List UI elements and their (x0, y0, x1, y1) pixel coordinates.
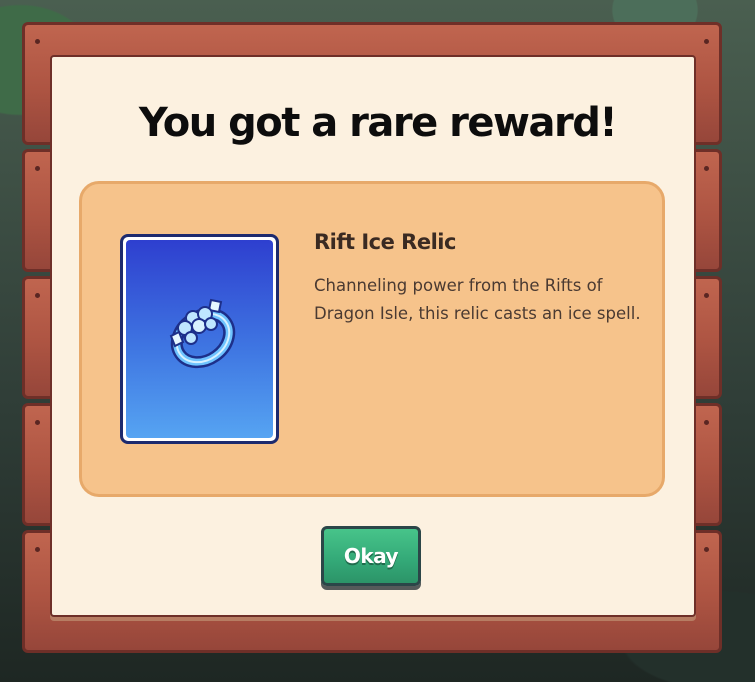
nail-icon (35, 293, 40, 298)
okay-button-label: Okay (343, 544, 399, 568)
reward-item-frame (120, 234, 279, 444)
nail-icon (704, 420, 709, 425)
nail-icon (35, 420, 40, 425)
nail-icon (35, 39, 40, 44)
reward-item-description: Channeling power from the Rifts of Drago… (314, 276, 641, 323)
okay-button[interactable]: Okay (321, 526, 421, 586)
nail-icon (35, 166, 40, 171)
ice-ring-icon (169, 298, 236, 369)
dialog-title: You got a rare reward! (138, 100, 618, 146)
reward-item-background (126, 240, 273, 438)
nail-icon (35, 547, 40, 552)
nail-icon (704, 166, 709, 171)
nail-icon (704, 293, 709, 298)
nail-icon (704, 39, 709, 44)
reward-item-name: Rift Ice Relic (314, 230, 456, 254)
nail-icon (704, 547, 709, 552)
